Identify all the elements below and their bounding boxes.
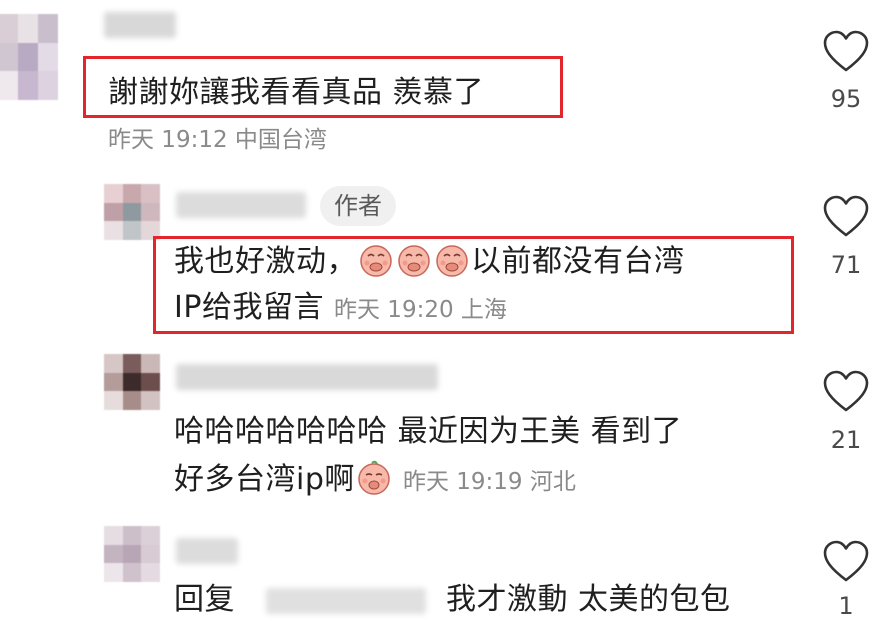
- username-blurred[interactable]: [176, 364, 438, 390]
- comment-meta: 昨天 19:12 中国台湾: [108, 127, 327, 153]
- comment-text: 哈哈哈哈哈哈哈 最近因为王美 看到了: [174, 414, 683, 449]
- reply-target-blurred[interactable]: [266, 588, 426, 614]
- avatar[interactable]: [0, 14, 58, 100]
- like-count: 95: [830, 85, 862, 113]
- heart-icon[interactable]: [822, 30, 870, 74]
- username-blurred[interactable]: [176, 538, 238, 564]
- avatar[interactable]: [104, 184, 160, 240]
- avatar[interactable]: [104, 526, 160, 582]
- like-count: 1: [838, 592, 854, 620]
- heart-icon[interactable]: [822, 540, 870, 584]
- comment-meta: 昨天 19:19 河北: [402, 469, 576, 495]
- like-count: 21: [830, 426, 862, 454]
- heart-icon[interactable]: [822, 195, 870, 239]
- highlight-box: [153, 236, 794, 334]
- emoji-icon: [358, 460, 390, 495]
- like-count: 71: [830, 251, 862, 279]
- username-blurred[interactable]: [104, 12, 176, 38]
- avatar[interactable]: [104, 354, 160, 410]
- username-blurred[interactable]: [176, 192, 306, 218]
- heart-icon[interactable]: [822, 370, 870, 414]
- author-badge: 作者: [320, 186, 396, 226]
- comment-text: 我才激動 太美的包包: [446, 582, 731, 617]
- highlight-box: [83, 56, 563, 118]
- comment-text: 回复: [174, 582, 235, 617]
- comment-text-line2: 好多台湾ip啊 昨天 19:19 河北: [174, 460, 576, 502]
